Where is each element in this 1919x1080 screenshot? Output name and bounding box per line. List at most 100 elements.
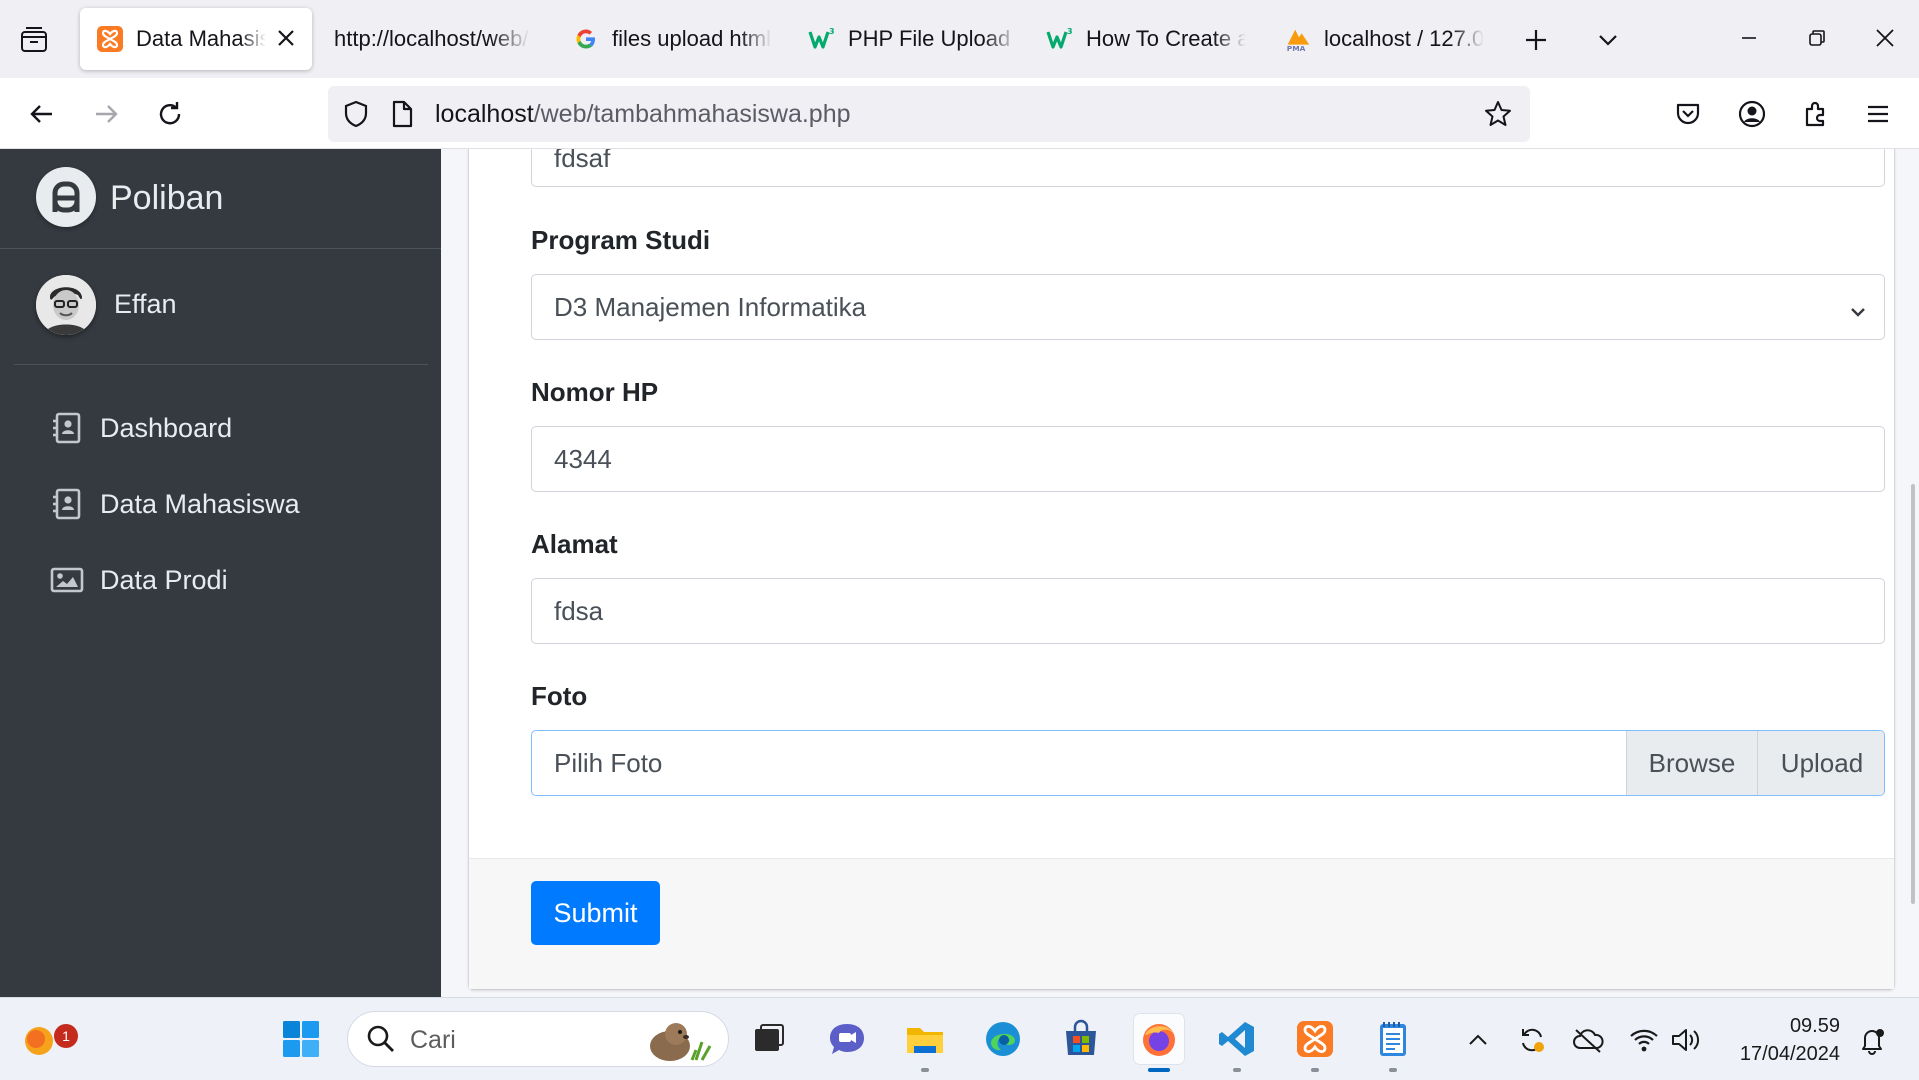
tab-data-mahasiswa[interactable]: Data Mahasiswa: [80, 8, 312, 70]
running-indicator: [1233, 1068, 1241, 1072]
minimize-icon[interactable]: [1726, 18, 1772, 58]
contact-card-icon: [50, 487, 84, 521]
menu-icon[interactable]: [1856, 92, 1900, 136]
brand-logo-icon: [36, 167, 96, 227]
contact-card-icon: [50, 411, 84, 445]
windows-taskbar: 1 Cari 09.59 17/04/2024: [0, 997, 1919, 1080]
image-icon: [50, 563, 84, 597]
search-highlight-icon: [640, 1016, 716, 1069]
widgets-icon[interactable]: 1: [14, 1014, 78, 1064]
sidebar-item-label: Data Prodi: [100, 564, 228, 595]
clock-time: 09.59: [1789, 1015, 1840, 1037]
tab-title: http://localhost/web/: [334, 26, 529, 51]
xampp-icon: [96, 25, 124, 53]
tab-phpmyadmin[interactable]: PMA localhost / 127.0.0.1: [1276, 8, 1498, 70]
microsoft-store-icon[interactable]: [1056, 1014, 1106, 1064]
sync-icon[interactable]: [1516, 1024, 1548, 1056]
page-scrollbar[interactable]: [1911, 484, 1915, 904]
teams-chat-icon[interactable]: [822, 1014, 872, 1064]
new-tab-icon[interactable]: [1518, 22, 1554, 58]
vscode-icon[interactable]: [1212, 1014, 1262, 1072]
browser-navigation-bar: localhost/web/tambahmahasiswa.php: [0, 78, 1919, 149]
svg-text:3: 3: [1067, 27, 1073, 36]
tab-title: PHP File Upload: [848, 26, 1011, 51]
program-studi-label: Program Studi: [531, 225, 711, 255]
foto-file-label[interactable]: Pilih Foto: [532, 731, 1626, 795]
url-host: localhost: [435, 100, 534, 128]
windows-start-icon[interactable]: [276, 1014, 326, 1064]
nomor-hp-input[interactable]: 4344: [531, 426, 1885, 492]
text-field[interactable]: fdsaf: [531, 149, 1885, 187]
sidebar-item-data-mahasiswa[interactable]: Data Mahasiswa: [14, 472, 428, 536]
sidebar-item-data-prodi[interactable]: Data Prodi: [14, 548, 428, 612]
foto-file-input[interactable]: Pilih Foto Browse Upload: [531, 730, 1885, 796]
brand-text: Poliban: [110, 179, 224, 217]
tab-localhost-web[interactable]: http://localhost/web/: [320, 8, 542, 70]
extensions-icon[interactable]: [1794, 92, 1838, 136]
tab-title: Data Mahasiswa: [136, 26, 266, 51]
bookmark-star-icon[interactable]: [1482, 98, 1514, 130]
user-name[interactable]: Effan: [114, 289, 177, 320]
tab-title: localhost / 127.0.0.1: [1324, 26, 1484, 51]
taskbar-search[interactable]: Cari: [347, 1011, 729, 1067]
submit-button[interactable]: Submit: [531, 881, 660, 945]
svg-text:3: 3: [829, 27, 835, 36]
form-card: fdsaf Program Studi D3 Manajemen Informa…: [469, 149, 1894, 989]
card-footer: Submit: [469, 858, 1894, 989]
upload-button[interactable]: Upload: [1757, 731, 1884, 795]
chevron-down-icon: [1848, 298, 1868, 318]
sidebar-item-label: Data Mahasiswa: [100, 488, 300, 519]
system-clock[interactable]: 09.59 17/04/2024: [1720, 1012, 1840, 1068]
show-hidden-icons-chevron-up-icon[interactable]: [1462, 1024, 1494, 1056]
url-path: /web/tambahmahasiswa.php: [533, 100, 851, 128]
browse-button[interactable]: Browse: [1626, 731, 1757, 795]
back-arrow-icon[interactable]: [20, 92, 64, 136]
wifi-icon[interactable]: [1628, 1024, 1660, 1056]
svg-text:PMA: PMA: [1287, 44, 1306, 53]
tab-php-file-upload[interactable]: 3 PHP File Upload: [800, 8, 1022, 70]
w3schools-icon: 3: [808, 25, 836, 53]
notepad-icon[interactable]: [1368, 1014, 1418, 1072]
url-text[interactable]: localhost/web/tambahmahasiswa.php: [435, 100, 851, 129]
program-studi-select[interactable]: D3 Manajemen Informatika: [531, 274, 1885, 340]
notification-badge: 1: [54, 1024, 78, 1048]
browser-tab-strip: Data Mahasiswa http://localhost/web/ fil…: [0, 0, 1919, 78]
task-view-icon[interactable]: [744, 1014, 794, 1064]
shield-icon[interactable]: [340, 98, 372, 130]
alamat-input[interactable]: fdsa: [531, 578, 1885, 644]
sidebar-item-dashboard[interactable]: Dashboard: [14, 396, 428, 460]
user-panel: Effan: [14, 249, 428, 365]
tab-how-to-create[interactable]: 3 How To Create a: [1038, 8, 1260, 70]
content-wrapper: fdsaf Program Studi D3 Manajemen Informa…: [441, 149, 1919, 997]
sidebar: Poliban Effan Dashboard Data Mahasiswa D…: [0, 149, 441, 997]
file-explorer-icon[interactable]: [900, 1014, 950, 1072]
program-studi-selected: D3 Manajemen Informatika: [554, 291, 867, 322]
notifications-bell-icon[interactable]: [1856, 1024, 1888, 1056]
reload-icon[interactable]: [148, 92, 192, 136]
close-window-icon[interactable]: [1862, 18, 1908, 58]
address-bar[interactable]: localhost/web/tambahmahasiswa.php: [328, 86, 1530, 142]
edge-browser-icon[interactable]: [978, 1014, 1028, 1064]
running-indicator: [1311, 1068, 1319, 1072]
xampp-icon[interactable]: [1290, 1014, 1340, 1072]
running-indicator: [1148, 1068, 1170, 1072]
list-all-tabs-icon[interactable]: [14, 22, 54, 58]
close-tab-icon[interactable]: [274, 26, 298, 50]
forward-arrow-icon[interactable]: [84, 92, 128, 136]
account-icon[interactable]: [1730, 92, 1774, 136]
w3schools-icon: 3: [1046, 25, 1074, 53]
chevron-down-icon[interactable]: [1590, 22, 1626, 58]
running-indicator: [921, 1068, 929, 1072]
restore-icon[interactable]: [1794, 18, 1840, 58]
tab-files-upload-html[interactable]: files upload html: [560, 8, 782, 70]
volume-icon[interactable]: [1670, 1024, 1702, 1056]
onedrive-cloud-icon[interactable]: [1572, 1024, 1604, 1056]
brand-link[interactable]: Poliban: [0, 149, 441, 249]
firefox-icon[interactable]: [1134, 1014, 1184, 1072]
pocket-icon[interactable]: [1666, 92, 1710, 136]
alamat-label: Alamat: [531, 529, 618, 559]
avatar[interactable]: [36, 275, 96, 335]
sidebar-item-label: Dashboard: [100, 412, 233, 443]
page-icon[interactable]: [386, 98, 418, 130]
search-placeholder: Cari: [410, 1026, 456, 1054]
